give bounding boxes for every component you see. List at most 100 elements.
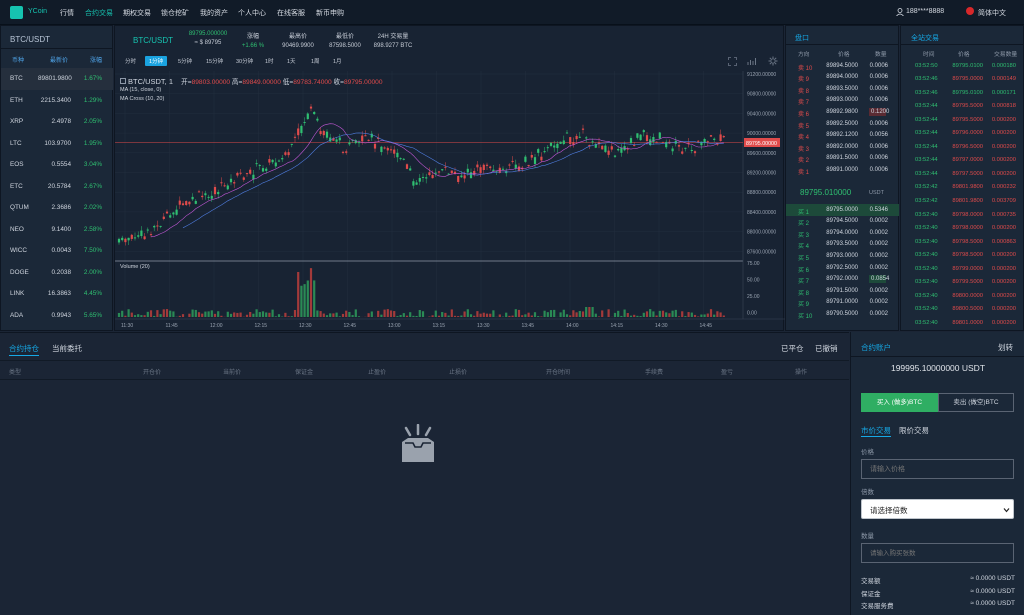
bid-row[interactable]: 买 3 89794.0000 0.0002 xyxy=(786,227,899,239)
ask-row[interactable]: 卖 8 89893.5000 0.0006 xyxy=(786,83,899,95)
user-account[interactable]: 188****8888 xyxy=(906,8,944,15)
ob-qty: 0.1200 xyxy=(869,107,890,116)
nav-item-ipo[interactable]: 新币申购 xyxy=(316,8,344,18)
volume-bar xyxy=(386,309,389,317)
market-row-wicc[interactable]: WICC 0.0043 7.50% xyxy=(1,240,113,262)
candle xyxy=(665,141,668,148)
trade-time: 03:52:40 xyxy=(915,211,938,218)
ask-row[interactable]: 卖 7 89893.0000 0.0006 xyxy=(786,95,899,106)
price-input[interactable] xyxy=(861,459,1014,479)
market-row-qtum[interactable]: QTUM 2.3686 2.02% xyxy=(1,197,113,219)
candle xyxy=(613,155,617,157)
market-row-xrp[interactable]: XRP 2.4978 2.05% xyxy=(1,111,113,133)
ob-price: 89892.1200 xyxy=(826,132,858,139)
bid-row[interactable]: 买 2 89794.5000 0.0002 xyxy=(786,216,899,227)
tab-limit-order[interactable]: 限价交易 xyxy=(899,425,929,436)
bid-row[interactable]: 买 4 89793.5000 0.0002 xyxy=(786,239,899,250)
ask-row[interactable]: 卖 4 89892.1200 0.0056 xyxy=(786,130,899,141)
market-row-doge[interactable]: DOGE 0.2038 2.00% xyxy=(1,262,113,284)
tab-cancelled[interactable]: 已撤销 xyxy=(815,343,838,354)
logo-text[interactable]: YCoin xyxy=(28,8,47,15)
indicator-icon[interactable] xyxy=(747,57,756,66)
volume-bar xyxy=(418,310,421,317)
ma-cross-indicator-label[interactable]: MA Cross (10, 20) xyxy=(120,96,164,102)
market-row-btc[interactable]: BTC 89801.9800 1.67% xyxy=(1,68,113,90)
candle xyxy=(722,136,725,138)
trade-price: 89795.0000 xyxy=(952,76,983,83)
timeframe-1[interactable]: 1分钟 xyxy=(145,56,168,66)
nav-item-market[interactable]: 行情 xyxy=(60,8,74,18)
nav-item-mining[interactable]: 锁仓挖矿 xyxy=(161,8,189,18)
buy-long-button[interactable]: 买入 (做多)BTC xyxy=(861,393,938,412)
fullscreen-icon[interactable] xyxy=(728,57,737,66)
ask-row[interactable]: 卖 1 89891.0000 0.0006 xyxy=(786,164,899,176)
timeframe-7[interactable]: 1周 xyxy=(307,56,324,66)
chart-svg[interactable]: 91200.00000 90800.00000 90400.00000 90000.0… xyxy=(115,71,785,331)
ask-row[interactable]: 卖 10 89894.5000 0.0006 xyxy=(786,60,899,72)
candle xyxy=(175,209,178,215)
market-row-ltc[interactable]: LTC 103.9700 1.95% xyxy=(1,133,113,155)
market-row-eos[interactable]: EOS 0.5554 3.04% xyxy=(1,154,113,176)
bid-row[interactable]: 买 9 89791.0000 0.0002 xyxy=(786,297,899,308)
chart-panel: BTC/USDT 89795.000000 ≈ $ 89795 涨幅 +1.66… xyxy=(114,25,785,331)
market-price: 20.5784 xyxy=(47,182,71,190)
user-icon[interactable] xyxy=(896,8,904,16)
market-row-link[interactable]: LINK 16.3863 4.45% xyxy=(1,283,113,305)
leverage-select[interactable]: 请选择倍数 xyxy=(861,499,1014,519)
ticker-change-block: 涨幅 +1.66 % xyxy=(239,31,267,49)
bid-row[interactable]: 买 5 89793.0000 0.0002 xyxy=(786,250,899,262)
timeframe-4[interactable]: 30分钟 xyxy=(232,56,257,66)
language-selector[interactable]: 简体中文 xyxy=(978,8,1006,18)
candle xyxy=(297,128,300,136)
volume-bar xyxy=(690,312,693,317)
bid-row[interactable]: 买 10 89790.5000 0.0002 xyxy=(786,308,899,320)
market-row-ada[interactable]: ADA 0.9943 5.65% xyxy=(1,305,113,327)
candle xyxy=(412,181,415,186)
ob-side: 买 5 xyxy=(798,255,810,262)
ask-row[interactable]: 卖 5 89892.5000 0.0006 xyxy=(786,118,899,130)
volume-bar xyxy=(492,310,495,317)
ask-row[interactable]: 卖 6 89892.9800 0.1200 xyxy=(786,106,899,118)
timeframe-6[interactable]: 1天 xyxy=(283,56,300,66)
sell-short-button[interactable]: 卖出 (做空)BTC xyxy=(938,393,1014,412)
ma-indicator-label[interactable]: MA (15, close, 0) xyxy=(120,87,161,93)
volume-bar xyxy=(229,313,233,317)
ask-row[interactable]: 卖 9 89894.0000 0.0006 xyxy=(786,72,899,83)
nav-item-profile[interactable]: 个人中心 xyxy=(238,8,266,18)
market-row-neo[interactable]: NEO 9.1400 2.58% xyxy=(1,219,113,241)
timeframe-0[interactable]: 分时 xyxy=(121,56,140,66)
bid-row[interactable]: 买 1 89795.0000 0.5346 xyxy=(786,204,899,216)
timeframe-3[interactable]: 15分钟 xyxy=(202,56,227,66)
bid-row[interactable]: 买 6 89792.5000 0.0002 xyxy=(786,262,899,274)
volume-indicator-label[interactable]: Volume (20) xyxy=(120,264,150,270)
tab-positions[interactable]: 合约持仓 xyxy=(9,343,39,356)
nav-item-contract[interactable]: 合约交易 xyxy=(85,8,113,18)
quantity-input[interactable] xyxy=(861,543,1014,563)
candle xyxy=(153,225,156,228)
trade-row: 03:52:40 89799.5000 0.000200 xyxy=(901,277,1024,289)
settings-gear-icon[interactable] xyxy=(768,56,778,66)
ask-row[interactable]: 卖 2 89891.5000 0.0006 xyxy=(786,153,899,164)
tab-closed[interactable]: 已平仓 xyxy=(781,343,804,354)
volume-bar xyxy=(348,311,351,317)
candlestick-chart[interactable]: 91200.00000 90800.00000 90400.00000 90000.0… xyxy=(115,71,785,331)
nav-item-support[interactable]: 在线客服 xyxy=(277,8,305,18)
nav-item-assets[interactable]: 我的资产 xyxy=(200,8,228,18)
market-row-eth[interactable]: ETH 2215.3400 1.29% xyxy=(1,90,113,112)
timeframe-5[interactable]: 1时 xyxy=(261,56,278,66)
nav-item-options[interactable]: 期权交易 xyxy=(123,8,151,18)
bid-row[interactable]: 买 7 89792.0000 0.0854 xyxy=(786,274,899,285)
market-row-etc[interactable]: ETC 20.5784 2.67% xyxy=(1,176,113,198)
logo-icon[interactable] xyxy=(10,6,23,19)
candle xyxy=(386,147,389,151)
timeframe-8[interactable]: 1月 xyxy=(329,56,346,66)
tab-open-orders[interactable]: 当前委托 xyxy=(52,343,82,354)
tab-market-order[interactable]: 市价交易 xyxy=(861,425,891,437)
timeframe-2[interactable]: 5分钟 xyxy=(174,56,196,66)
candle xyxy=(565,132,569,134)
volume-bar xyxy=(549,310,553,317)
transfer-button[interactable]: 划转 xyxy=(998,342,1013,353)
ask-row[interactable]: 卖 3 89892.0000 0.0006 xyxy=(786,141,899,153)
candle xyxy=(239,172,242,174)
bid-row[interactable]: 买 8 89791.5000 0.0002 xyxy=(786,285,899,297)
